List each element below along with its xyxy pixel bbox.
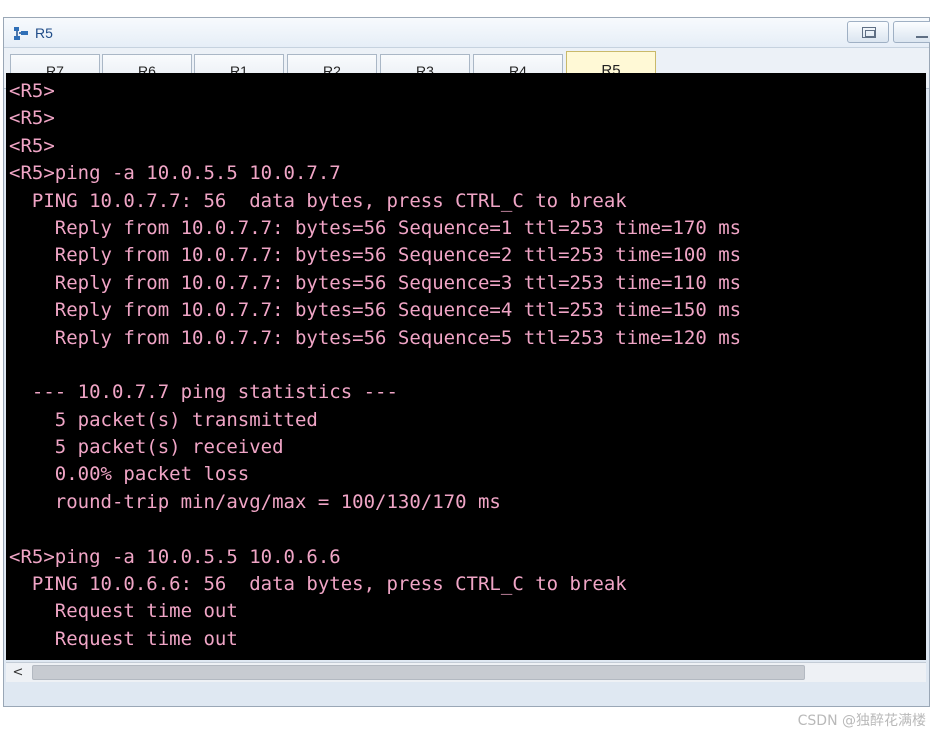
terminal-line: --- 10.0.7.7 ping statistics ---	[9, 381, 398, 404]
terminal-line: <R5>ping -a 10.0.5.5 10.0.6.6	[9, 545, 341, 568]
terminal-line: Reply from 10.0.7.7: bytes=56 Sequence=1…	[9, 216, 742, 239]
terminal-line: <R5>	[9, 80, 55, 102]
window-title: R5	[35, 25, 53, 41]
terminal-line: 5 packet(s) received	[9, 436, 284, 459]
router-icon	[14, 27, 28, 40]
restore-icon	[862, 27, 876, 38]
minimize-icon	[916, 36, 928, 38]
terminal-line: Reply from 10.0.7.7: bytes=56 Sequence=2…	[9, 244, 742, 267]
terminal-line: round-trip min/avg/max = 100/130/170 ms	[9, 490, 501, 513]
terminal-line: <R5>	[9, 107, 55, 130]
scrollbar-thumb[interactable]	[32, 665, 805, 680]
watermark: CSDN @独醉花满楼	[797, 713, 926, 729]
scroll-left-arrow-icon[interactable]: <	[8, 664, 28, 681]
terminal-line: Reply from 10.0.7.7: bytes=56 Sequence=3…	[9, 271, 742, 294]
terminal-line: Reply from 10.0.7.7: bytes=56 Sequence=4…	[9, 299, 742, 322]
terminal-line: Request time out	[9, 600, 238, 623]
terminal-line: PING 10.0.7.7: 56 data bytes, press CTRL…	[9, 189, 627, 212]
terminal-output[interactable]: <R5> <R5> <R5> <R5>ping -a 10.0.5.5 10.0…	[6, 73, 926, 660]
title-bar: R5	[4, 18, 930, 48]
terminal-line: <R5>	[9, 134, 55, 157]
terminal-line: PING 10.0.6.6: 56 data bytes, press CTRL…	[9, 573, 627, 596]
horizontal-scrollbar[interactable]: <	[6, 662, 926, 682]
terminal-line: 5 packet(s) transmitted	[9, 408, 318, 431]
terminal-line: <R5>ping -a 10.0.5.5 10.0.7.7	[9, 162, 341, 185]
terminal-line: Request time out	[9, 627, 238, 650]
restore-button[interactable]	[847, 21, 889, 43]
terminal-line: Reply from 10.0.7.7: bytes=56 Sequence=5…	[9, 326, 742, 349]
minimize-button[interactable]	[893, 21, 930, 43]
terminal-line: 0.00% packet loss	[9, 463, 250, 486]
